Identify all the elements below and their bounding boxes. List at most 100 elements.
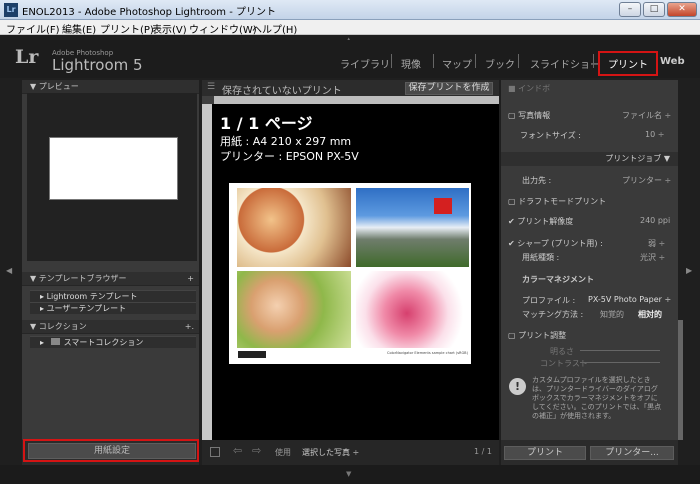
profile-label: プロファイル :: [522, 296, 576, 305]
brightness-label: 明るさ: [550, 347, 574, 356]
photo-breakfast[interactable]: [237, 188, 351, 267]
intent-label: マッチング方法 :: [522, 310, 584, 319]
print-job-header[interactable]: プリントジョブ ▼: [501, 152, 678, 166]
vertical-ruler: [202, 104, 212, 440]
module-separator: [391, 54, 392, 68]
profile-note: カスタムプロファイルを選択したときは、プリンタードライバーのダイアログボックスで…: [532, 376, 662, 420]
menu-file[interactable]: ファイル(F): [6, 21, 60, 36]
output-label: 出力先 :: [522, 176, 552, 185]
app-icon: Lr: [4, 3, 18, 17]
contrast-label: コントラスト: [540, 359, 588, 368]
photo-info-row[interactable]: ▢ 写真情報: [508, 110, 550, 121]
filename-select[interactable]: ファイル名 ÷: [622, 110, 671, 121]
profile-select[interactable]: PX-5V Photo Paper ÷: [588, 295, 671, 304]
output-select[interactable]: プリンター ÷: [622, 175, 671, 186]
folder-icon: [50, 338, 60, 345]
page-counter: 1 / 1 ページ: [220, 114, 313, 133]
page-preview-toggle-icon[interactable]: [210, 447, 220, 457]
menu-bar: ファイル(F) 編集(E) プリント(P) 表示(V) ウィンドウ(W) ヘルプ…: [0, 20, 700, 36]
template-browser-header[interactable]: ▼ テンプレートブラウザー +: [22, 272, 199, 286]
print-adjust-label: プリント調整: [518, 331, 567, 340]
chart-caption: ColorNavigator Elements sample chart (sR…: [387, 351, 468, 355]
add-template-icon[interactable]: +: [187, 272, 194, 285]
draft-mode-row[interactable]: ▢ ドラフトモードプリント: [508, 196, 606, 207]
use-label: 使用: [275, 448, 291, 457]
printer-button[interactable]: プリンター...: [590, 446, 674, 460]
module-web[interactable]: Web: [660, 56, 685, 67]
module-develop[interactable]: 現像: [401, 56, 421, 71]
unsaved-print-title: 保存されていないプリント: [222, 86, 342, 97]
tree-label: Lightroom テンプレート: [46, 292, 138, 301]
right-scrollbar[interactable]: [678, 320, 683, 440]
module-separator: [433, 54, 434, 68]
eizo-logo: [238, 351, 266, 358]
resolution-row[interactable]: ✔ プリント解像度: [508, 216, 573, 227]
minimize-button[interactable]: –: [619, 2, 641, 17]
filmstrip-bar: ▼: [0, 465, 700, 484]
menu-window[interactable]: ウィンドウ(W): [189, 21, 257, 36]
intent-relative[interactable]: 相対的: [638, 309, 662, 320]
preview-title: プレビュー: [38, 82, 79, 91]
contrast-slider[interactable]: [580, 362, 660, 363]
module-map[interactable]: マップ: [442, 56, 472, 71]
photo-girls[interactable]: [237, 271, 351, 348]
grid-icon: ☰: [207, 82, 216, 92]
print-page[interactable]: ColorNavigator Elements sample chart (sR…: [229, 183, 471, 364]
prev-page-icon[interactable]: ⇦: [233, 444, 242, 457]
menu-view[interactable]: 表示(V): [152, 21, 187, 36]
create-saved-print-button[interactable]: 保存プリントを作成: [405, 82, 493, 95]
resolution-label: プリント解像度: [517, 217, 574, 226]
print-job-text: プリントジョブ: [605, 154, 662, 163]
print-button[interactable]: プリント: [504, 446, 586, 460]
tree-label: ユーザーテンプレート: [46, 304, 127, 313]
color-management-title: カラーマネジメント: [522, 275, 594, 284]
photo-matterhorn[interactable]: [356, 188, 469, 267]
menu-help[interactable]: ヘルプ(H): [252, 21, 297, 36]
photo-flowers[interactable]: [356, 271, 469, 348]
collapse-left-icon[interactable]: ◀: [6, 266, 12, 275]
intent-perceptual[interactable]: 知覚的: [600, 309, 624, 320]
title-bar: Lr ENOL2013 - Adobe Photoshop Lightroom …: [0, 0, 700, 20]
font-size-select[interactable]: 10 ÷: [645, 130, 664, 139]
module-separator: [475, 54, 476, 68]
template-browser-title: テンプレートブラウザー: [38, 274, 127, 283]
draft-mode-label: ドラフトモードプリント: [518, 197, 607, 206]
resolution-value[interactable]: 240 ppi: [640, 216, 670, 225]
collapse-right-icon[interactable]: ▶: [686, 266, 692, 275]
module-slideshow[interactable]: スライドショー: [530, 56, 600, 71]
collections-title: コレクション: [38, 322, 87, 331]
collapse-bottom-icon[interactable]: ▼: [346, 470, 351, 478]
print-job-title: プリントジョブ ▼: [605, 154, 670, 163]
menu-edit[interactable]: 編集(E): [62, 21, 96, 36]
maximize-button[interactable]: □: [643, 2, 665, 17]
use-select[interactable]: 選択した写真 ÷: [302, 447, 359, 458]
close-button[interactable]: ✕: [667, 2, 697, 17]
paper-size-info: 用紙 : A4 210 x 297 mm: [220, 135, 352, 148]
module-book[interactable]: ブック: [485, 56, 515, 71]
sharpen-select[interactable]: 弱 ÷: [648, 238, 665, 249]
module-separator: [518, 54, 519, 68]
add-collection-icon[interactable]: +.: [185, 320, 194, 333]
print-adjust-row[interactable]: ▢ プリント調整: [508, 330, 566, 341]
left-edge: ◀: [0, 80, 22, 465]
sharpen-row[interactable]: ✔ シャープ (プリント用) :: [508, 238, 603, 249]
menu-print[interactable]: プリント(P): [100, 21, 154, 36]
tree-item-lightroom-templates[interactable]: ▸ Lightroom テンプレート: [30, 290, 196, 302]
info-icon: !: [509, 378, 526, 395]
brightness-slider[interactable]: [580, 350, 660, 351]
module-library[interactable]: ライブラリ: [340, 56, 390, 71]
collections-header[interactable]: ▼ コレクション +.: [22, 320, 199, 334]
page-setup-highlight: [23, 439, 199, 462]
font-size-label: フォントサイズ :: [520, 131, 581, 140]
product-name: Lightroom 5: [52, 56, 143, 74]
module-print[interactable]: プリント: [598, 51, 658, 76]
media-select[interactable]: 光沢 ÷: [640, 252, 665, 263]
tree-label: スマートコレクション: [63, 338, 144, 347]
tree-item-user-templates[interactable]: ▸ ユーザーテンプレート: [30, 302, 196, 314]
sharpen-label: シャープ (プリント用) :: [517, 239, 603, 248]
identity-plate: Lr Adobe Photoshop Lightroom 5 ライブラリ 現像 …: [0, 40, 700, 78]
preview-header[interactable]: ▼ プレビュー: [22, 80, 199, 94]
tree-item-smart-collections[interactable]: ▸ スマートコレクション: [30, 336, 196, 348]
next-page-icon[interactable]: ⇨: [252, 444, 261, 457]
page-count: 1 / 1: [474, 447, 492, 456]
